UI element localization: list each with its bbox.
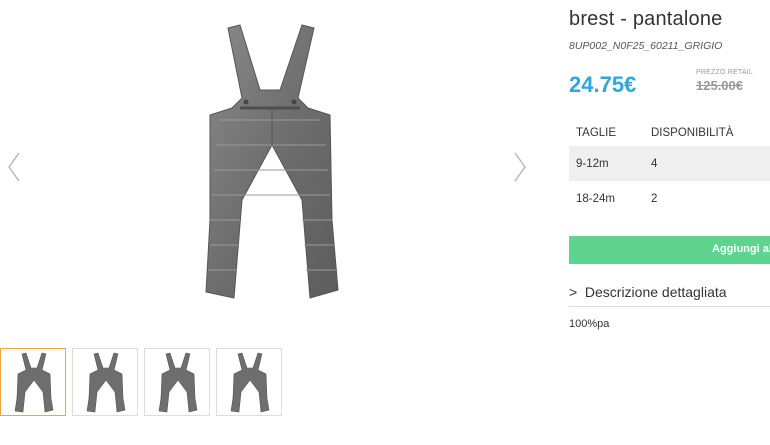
thumbnail-3[interactable] [144, 348, 210, 416]
chevron-right-icon[interactable] [510, 150, 530, 184]
material-text: 100%pa [569, 318, 610, 330]
product-info-panel: brest - pantalone 8UP002_N0F25_60211_GRI… [569, 0, 770, 445]
product-main-image [180, 20, 360, 310]
size-table-header: TAGLIE DISPONIBILITÀ [569, 122, 770, 144]
thumbnail-2[interactable] [72, 348, 138, 416]
retail-price: 125.00€ [696, 78, 743, 93]
size-row[interactable]: 9-12m 4 [569, 146, 770, 181]
product-price: 24.75€ [569, 72, 637, 97]
add-to-cart-label: Aggiungi al [712, 243, 770, 255]
retail-price-label: PREZZO RETAIL [696, 69, 753, 76]
product-gallery [0, 0, 540, 416]
size-table: TAGLIE DISPONIBILITÀ 9-12m 4 18-24m 2 [569, 122, 770, 216]
add-to-cart-button[interactable]: Aggiungi al [569, 236, 770, 264]
size-value: 9-12m [576, 157, 609, 170]
size-row[interactable]: 18-24m 2 [569, 181, 770, 216]
product-title: brest - pantalone [569, 8, 723, 30]
availability-value: 2 [651, 192, 658, 205]
description-toggle-label: Descrizione dettagliata [584, 284, 727, 300]
header-availability: DISPONIBILITÀ [651, 127, 734, 139]
thumbnail-4[interactable] [216, 348, 282, 416]
chevron-left-icon[interactable] [4, 150, 24, 184]
size-value: 18-24m [576, 192, 615, 205]
thumbnail-1[interactable] [0, 348, 66, 416]
product-sku: 8UP002_N0F25_60211_GRIGIO [569, 40, 723, 52]
chevron-right-icon: > [569, 284, 578, 300]
divider [569, 306, 770, 307]
description-toggle[interactable]: > Descrizione dettagliata [569, 284, 727, 300]
header-size: TAGLIE [576, 127, 617, 139]
availability-value: 4 [651, 157, 658, 170]
